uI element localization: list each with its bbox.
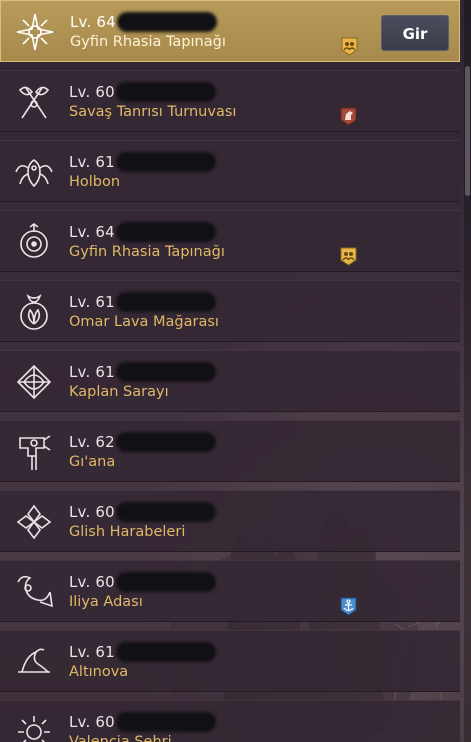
location-row[interactable]: Lv. 61 Kaplan Sarayı [0,350,460,412]
redacted-label [116,712,216,732]
redacted-label [116,292,216,312]
redacted-label [116,362,216,382]
location-name: Altınova [69,664,129,680]
location-name: Gyfin Rhasia Tapınağı [69,244,225,260]
location-name: Iliya Adası [69,594,143,610]
party-badge-icon [340,247,357,266]
location-row[interactable]: Lv. 60 Valencia Şehri [0,700,460,742]
gyfin-compass-emblem-icon [15,12,55,52]
redacted-label [116,432,216,452]
location-name: Kaplan Sarayı [69,384,169,400]
redacted-label [117,12,217,32]
location-level: Lv. 61 [69,363,115,381]
location-name: Holbon [69,174,121,190]
axes-emblem-icon [14,82,54,122]
bow-emblem-icon [14,362,54,402]
location-row[interactable]: Lv. 60 Savaş Tanrısı Turnuvası [0,70,460,132]
location-name: Gyfin Rhasia Tapınağı [70,34,226,50]
location-name: Savaş Tanrısı Turnuvası [69,104,237,120]
location-level: Lv. 60 [69,573,115,591]
tentacle-emblem-icon [14,152,54,192]
location-list-panel: Lv. 64 Gyfin Rhasia Tapınağı Gir Lv. 60 [0,0,471,742]
ring-emblem-icon [14,222,54,262]
location-level: Lv. 61 [69,643,115,661]
horn-emblem-icon [14,572,54,612]
redacted-label [116,152,216,172]
redacted-label [116,222,216,242]
scrollbar-thumb[interactable] [465,66,470,196]
location-row[interactable]: Lv. 64 Gyfin Rhasia Tapınağı Gir [0,0,460,62]
sun-emblem-icon [14,712,54,742]
location-level: Lv. 60 [69,713,115,731]
location-row[interactable]: Lv. 61 Omar Lava Mağarası [0,280,460,342]
location-row[interactable]: Lv. 64 Gyfin Rhasia Tapınağı [0,210,460,272]
location-name: Glish Harabeleri [69,524,186,540]
location-name: Valencia Şehri [69,734,172,742]
cross-emblem-icon [14,502,54,542]
location-level: Lv. 60 [69,503,115,521]
location-name: Omar Lava Mağarası [69,314,219,330]
enter-button[interactable]: Gir [381,15,449,51]
location-level: Lv. 61 [69,153,115,171]
location-level: Lv. 64 [70,13,116,31]
location-name: Gı'ana [69,454,116,470]
redacted-label [116,82,216,102]
location-level: Lv. 60 [69,83,115,101]
location-row[interactable]: Lv. 60 Glish Harabeleri [0,490,460,552]
wave-emblem-icon [14,642,54,682]
anchor-badge-icon [340,597,357,616]
horse-badge-icon [340,107,357,126]
mace-emblem-icon [14,432,54,472]
redacted-label [116,642,216,662]
location-list: Lv. 64 Gyfin Rhasia Tapınağı Gir Lv. 60 [0,0,460,742]
location-level: Lv. 64 [69,223,115,241]
location-level: Lv. 62 [69,433,115,451]
redacted-label [116,572,216,592]
lotus-emblem-icon [14,292,54,332]
location-level: Lv. 61 [69,293,115,311]
location-row[interactable]: Lv. 61 Holbon [0,140,460,202]
location-row[interactable]: Lv. 60 Iliya Adası [0,560,460,622]
redacted-label [116,502,216,522]
party-badge-icon [341,37,358,56]
location-row[interactable]: Lv. 62 Gı'ana [0,420,460,482]
location-row[interactable]: Lv. 61 Altınova [0,630,460,692]
list-scrollbar[interactable] [464,0,471,742]
